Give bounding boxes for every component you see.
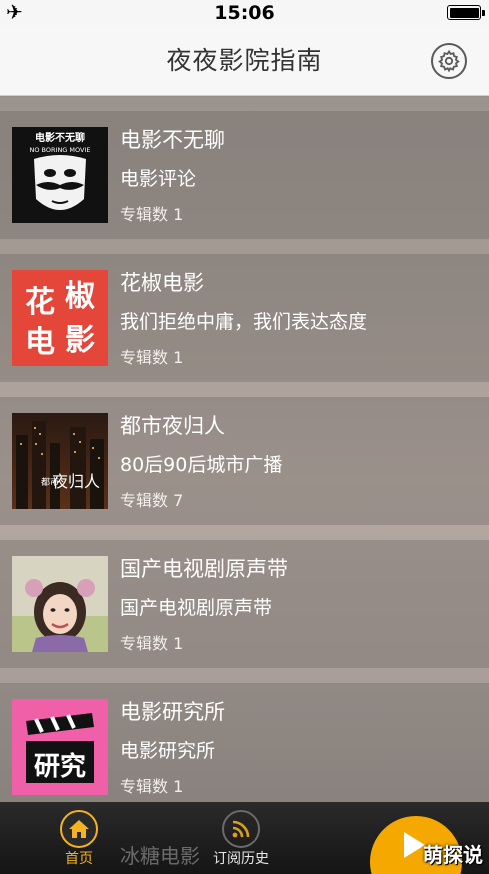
- item-album-count: 专辑数 1: [120, 205, 184, 224]
- svg-text:影: 影: [65, 323, 95, 358]
- item-title: 电影不无聊: [120, 128, 225, 152]
- page-title: 夜夜影院指南: [166, 46, 323, 75]
- item-description: 国产电视剧原声带: [120, 597, 273, 619]
- item-title: 花椒电影: [120, 271, 204, 295]
- tab-history-label: 订阅历史: [213, 851, 269, 867]
- item-album-count: 专辑数 1: [120, 634, 184, 653]
- channel-list: 电影不无聊 NO BORING MOVIE 电影不无聊 电影评论 专辑数 1 花…: [0, 97, 489, 812]
- cover-image: 花 椒 电 影: [12, 270, 108, 366]
- tab-home-label: 首页: [65, 851, 93, 867]
- item-description: 我们拒绝中庸，我们表达态度: [120, 311, 368, 333]
- list-item[interactable]: 花 椒 电 影 花椒电影 我们拒绝中庸，我们表达态度 专辑数 1: [0, 240, 489, 383]
- status-time: 15:06: [214, 2, 275, 24]
- svg-text:电: 电: [25, 325, 55, 360]
- tab-home[interactable]: 首页: [34, 810, 124, 868]
- play-icon: [404, 832, 425, 858]
- peek-item-title: 冰糖电影: [120, 844, 200, 868]
- item-description: 80后90后城市广播: [120, 454, 283, 476]
- nav-bar: 夜夜影院指南: [0, 26, 489, 96]
- svg-text:夜归人: 夜归人: [52, 472, 100, 491]
- list-item[interactable]: 都市 夜归人 都市夜归人 80后90后城市广播 专辑数 7: [0, 383, 489, 526]
- cover-image: 都市 夜归人: [12, 413, 108, 509]
- settings-button[interactable]: [431, 43, 467, 79]
- list-item[interactable]: 电影不无聊 NO BORING MOVIE 电影不无聊 电影评论 专辑数 1: [0, 97, 489, 240]
- svg-text:NO BORING MOVIE: NO BORING MOVIE: [30, 146, 91, 154]
- item-title: 都市夜归人: [120, 414, 225, 438]
- battery-icon: [447, 5, 485, 20]
- item-description: 电影评论: [120, 168, 197, 190]
- item-title: 国产电视剧原声带: [120, 557, 288, 581]
- svg-text:花: 花: [25, 285, 55, 320]
- tab-bar: 冰糖电影 首页 订阅历史 萌探说: [0, 802, 489, 874]
- watermark: 萌探说: [423, 843, 483, 867]
- rss-icon: [232, 820, 250, 838]
- cover-image: 电影不无聊 NO BORING MOVIE: [12, 127, 108, 223]
- home-icon: [69, 820, 89, 838]
- item-title: 电影研究所: [120, 700, 225, 724]
- item-album-count: 专辑数 1: [120, 777, 184, 796]
- item-album-count: 专辑数 7: [120, 491, 184, 510]
- svg-text:椒: 椒: [65, 279, 95, 314]
- item-description: 电影研究所: [120, 740, 216, 762]
- cover-image: [12, 556, 108, 652]
- tab-subscription-history[interactable]: 订阅历史: [196, 810, 286, 868]
- list-item[interactable]: 国产电视剧原声带 国产电视剧原声带 专辑数 1: [0, 526, 489, 669]
- list-item[interactable]: 研究 电影研究所 电影研究所 专辑数 1: [0, 669, 489, 812]
- cover-image: 研究: [12, 699, 108, 795]
- item-album-count: 专辑数 1: [120, 348, 184, 367]
- svg-text:研究: 研究: [34, 751, 86, 782]
- svg-text:电影不无聊: 电影不无聊: [35, 131, 85, 144]
- gear-icon: [438, 49, 460, 73]
- status-bar: ✈ 15:06: [0, 0, 489, 26]
